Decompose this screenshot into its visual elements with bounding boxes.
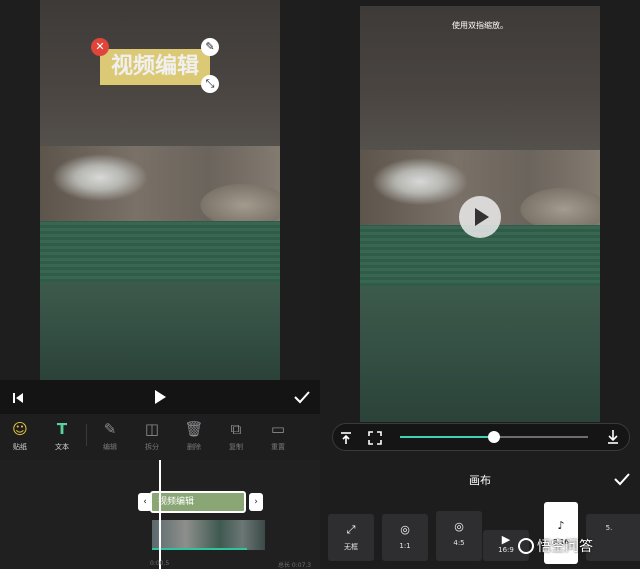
tool-delete[interactable]: 🗑 删除 [174, 420, 214, 452]
pencil-icon: ✎ [103, 420, 117, 438]
tool-copy[interactable]: ⧉ 复制 [216, 420, 256, 452]
editor-panel: 视频编辑 ✕ ✎ ⤡ ☺ 贴纸 T 文本 ✎ 编辑 ◫ 拆分 🗑 删除 ⧉ 复制… [0, 0, 320, 569]
blurred-background-bottom [360, 286, 600, 422]
total-time: 总长 0:07.3 [278, 562, 312, 569]
skip-back-icon[interactable] [10, 390, 26, 404]
aspect-ratio-list: ⤢ 无框 ◎ 1:1 ◎ 4:5 ▶ 16:9 ♪ 9:16 5. [320, 500, 640, 569]
check-icon[interactable] [613, 471, 631, 487]
tool-sticker[interactable]: ☺ 贴纸 [0, 420, 40, 452]
current-time: 0:00.5 [150, 560, 170, 567]
tool-bar: ☺ 贴纸 T 文本 ✎ 编辑 ◫ 拆分 🗑 删除 ⧉ 复制 ▭ 重置 [0, 414, 320, 460]
progress-knob[interactable] [488, 431, 500, 443]
text-clip[interactable]: 视频编辑 [150, 491, 246, 513]
no-frame-icon: ⤢ [346, 523, 356, 536]
canvas-title: 画布 [469, 474, 491, 487]
resize-icon[interactable]: ⤡ [201, 75, 219, 93]
download-icon[interactable] [606, 429, 620, 445]
emoji-sticker-icon: ☺ [12, 420, 28, 438]
waterfall-video-frame [40, 146, 280, 282]
trash-icon: 🗑 [184, 420, 204, 438]
pencil-icon[interactable]: ✎ [201, 38, 219, 56]
watermark-logo [518, 538, 534, 554]
text-sticker[interactable]: 视频编辑 [100, 49, 210, 85]
tool-split[interactable]: ◫ 拆分 [132, 420, 172, 452]
split-icon: ◫ [144, 420, 160, 438]
text-add-icon: T [56, 420, 68, 438]
ratio-1-1[interactable]: ◎ 1:1 [382, 514, 428, 561]
tiktok-icon: ♪ [557, 519, 565, 532]
copy-icon: ⧉ [230, 420, 242, 438]
reset-icon: ▭ [270, 420, 286, 438]
align-top-icon[interactable] [339, 430, 353, 444]
ratio-4-5[interactable]: ◎ 4:5 [436, 511, 482, 561]
fullscreen-icon[interactable] [368, 430, 382, 445]
pinch-zoom-hint: 使用双指缩放。 [452, 21, 508, 30]
tool-text[interactable]: T 文本 [42, 420, 82, 452]
video-clip[interactable] [152, 520, 265, 550]
canvas-header: 画布 [320, 462, 640, 496]
tool-edit[interactable]: ✎ 编辑 [90, 420, 130, 452]
clip-trim-right[interactable]: › [249, 493, 263, 511]
ratio-no-frame[interactable]: ⤢ 无框 [328, 514, 374, 561]
close-icon[interactable]: ✕ [91, 38, 109, 56]
instagram-icon: ◎ [400, 523, 410, 536]
tool-reset[interactable]: ▭ 重置 [258, 420, 298, 452]
watermark: 悟空问答 [518, 536, 634, 558]
playback-controls [0, 380, 320, 414]
divider [86, 424, 87, 446]
instagram-icon: ◎ [454, 520, 464, 533]
progress-fill [400, 436, 494, 438]
play-icon[interactable] [152, 389, 168, 405]
check-icon[interactable] [293, 389, 311, 405]
play-icon[interactable] [459, 196, 501, 238]
playhead[interactable] [159, 460, 161, 569]
blurred-background-bottom [40, 282, 280, 380]
